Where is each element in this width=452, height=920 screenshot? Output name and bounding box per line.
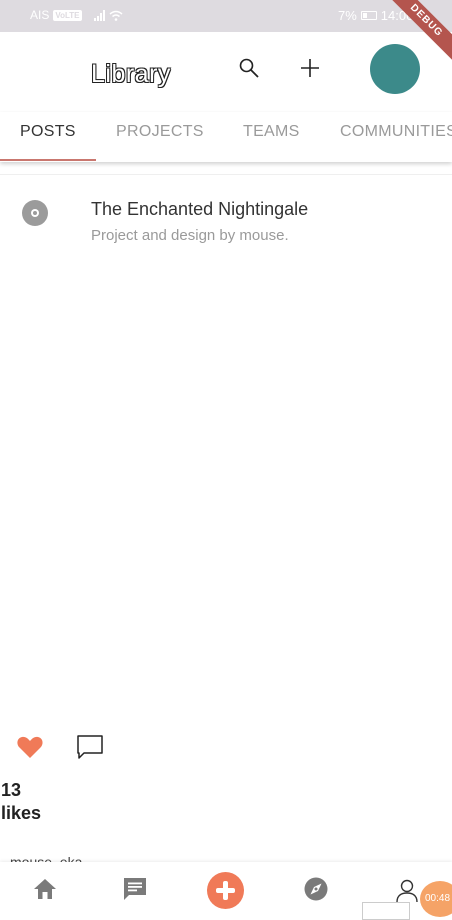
avatar[interactable] [370,44,420,94]
battery-icon [360,11,377,20]
search-button[interactable] [235,54,263,82]
comment-icon [77,735,103,759]
wifi-icon [109,10,122,21]
tab-projects[interactable]: PROJECTS [116,123,204,141]
divider [0,174,452,175]
chat-icon [124,878,146,900]
nav-chat-button[interactable] [121,875,149,903]
item-subtitle: Project and design by mouse. [91,227,289,244]
explore-icon [304,877,328,901]
home-icon [34,879,56,899]
nav-profile-button[interactable] [393,877,421,905]
carrier-label: AIS [30,8,50,22]
timer-bubble[interactable]: 00:48 [420,881,452,917]
network-badge: VoLTE [53,9,82,21]
search-icon [239,58,259,78]
app-bar: Library [0,32,452,122]
plus-icon [301,59,319,77]
author-name[interactable]: mouse_eka [10,852,130,862]
like-button[interactable] [16,734,44,760]
status-bar: AIS VoLTE 7% 14:00 [0,0,452,32]
tab-indicator [0,159,96,161]
nav-add-button[interactable] [207,872,244,909]
nav-explore-button[interactable] [302,875,330,903]
likes-count: 13 likes [1,780,42,823]
tab-bar: POSTS PROJECTS TEAMS COMMUNITIES [0,112,452,162]
heart-icon [17,736,43,758]
battery-percent: 7% [338,8,357,23]
item-title: The Enchanted Nightingale [91,199,309,219]
tab-communities[interactable]: COMMUNITIES [340,123,452,141]
status-left: AIS VoLTE [30,8,123,22]
list-item[interactable]: The Enchanted Nightingale Project and de… [0,185,452,255]
page-title: Library [91,60,171,88]
comment-button[interactable] [76,734,104,760]
tab-posts[interactable]: POSTS [20,123,76,141]
add-button[interactable] [296,54,324,82]
tab-teams[interactable]: TEAMS [243,123,300,141]
profile-icon [396,879,418,903]
recorder-overlay [362,902,410,920]
disc-icon [22,200,48,226]
nav-home-button[interactable] [31,875,59,903]
signal-icon [93,9,105,21]
